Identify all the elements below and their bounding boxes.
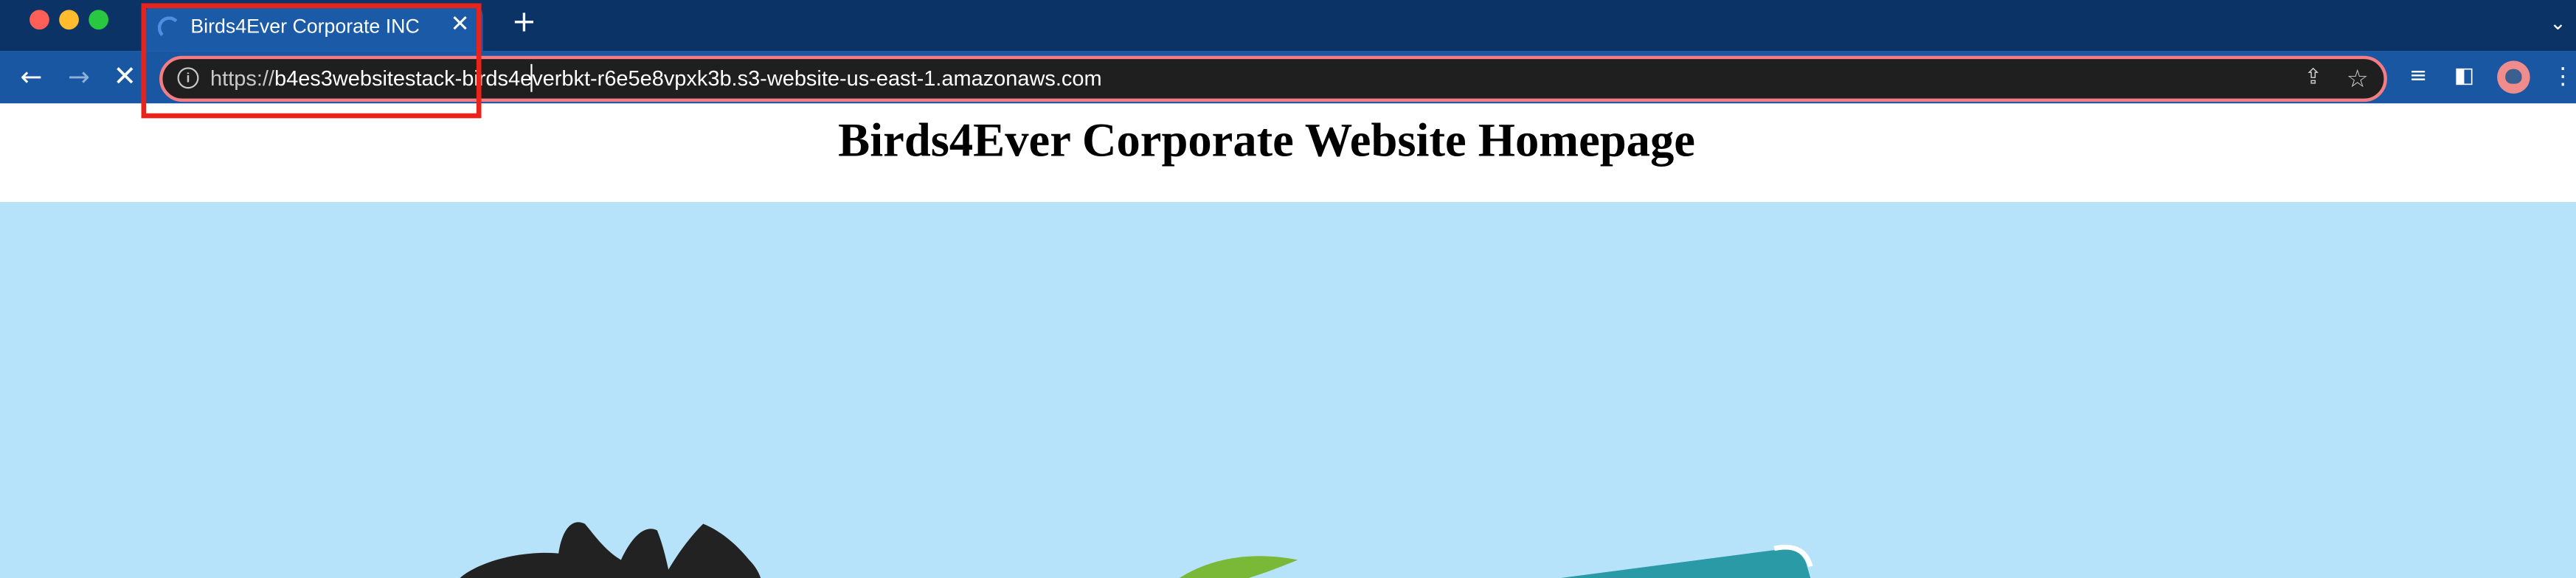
tab-title: Birds4Ever Corporate INC xyxy=(190,15,420,38)
site-info-icon[interactable]: i xyxy=(177,67,199,89)
bird-feather-crest xyxy=(663,523,761,578)
url-host: b4es3websitestack-birds4everbkt-r6e5e8vp… xyxy=(274,66,1102,91)
browser-toolbar: ← → ✕ i https://b4es3websitestack-birds4… xyxy=(0,51,2576,104)
green-blob xyxy=(1180,556,1298,578)
profile-avatar[interactable] xyxy=(2497,60,2530,94)
tab-strip: Birds4Ever Corporate INC ✕ + ⌄ xyxy=(0,0,2576,52)
address-bar[interactable]: i https://b4es3websitestack-birds4everbk… xyxy=(159,55,2387,102)
back-arrow-icon[interactable]: ← xyxy=(15,60,48,94)
hero-illustration xyxy=(460,522,1813,578)
loading-spinner-icon xyxy=(157,16,181,40)
stop-loading-icon[interactable]: ✕ xyxy=(108,60,142,94)
teal-banner xyxy=(1560,549,1811,578)
bird-silhouette xyxy=(460,522,671,578)
close-window-button[interactable] xyxy=(30,10,49,30)
tab-search-chevron-icon[interactable]: ⌄ xyxy=(2549,12,2566,35)
share-icon[interactable]: ⇪ xyxy=(2299,64,2328,94)
page-title: Birds4Ever Corporate Website Homepage xyxy=(838,114,1695,168)
side-panel-icon[interactable]: ◧ xyxy=(2448,60,2481,94)
close-tab-icon[interactable]: ✕ xyxy=(447,12,474,38)
hero-banner xyxy=(0,201,2576,578)
bookmark-star-icon[interactable]: ☆ xyxy=(2343,64,2372,94)
minimize-window-button[interactable] xyxy=(59,10,79,30)
maximize-window-button[interactable] xyxy=(89,10,108,30)
page-content: Birds4Ever Corporate Website Homepage xyxy=(0,103,2576,578)
tab-birds4ever[interactable]: Birds4Ever Corporate INC ✕ xyxy=(144,3,483,52)
browser-window: Birds4Ever Corporate INC ✕ + ⌄ ← → ✕ i h… xyxy=(0,0,2576,578)
text-cursor xyxy=(530,63,533,92)
reading-list-icon[interactable]: ≡ xyxy=(2402,60,2435,94)
url-scheme: https:// xyxy=(210,66,274,91)
new-tab-icon[interactable]: + xyxy=(509,7,539,38)
forward-arrow-icon[interactable]: → xyxy=(63,60,96,94)
url-text[interactable]: https://b4es3websitestack-birds4everbkt-… xyxy=(210,66,1102,90)
more-menu-icon[interactable]: ⋮ xyxy=(2546,60,2576,94)
